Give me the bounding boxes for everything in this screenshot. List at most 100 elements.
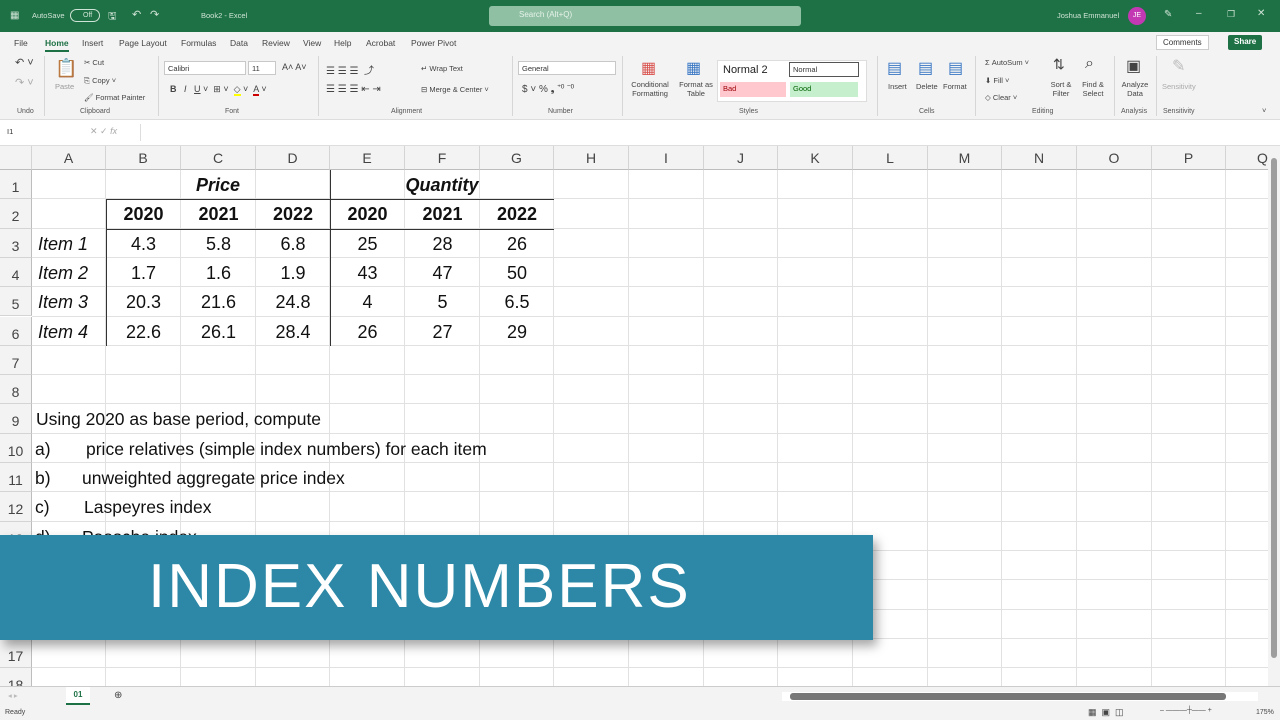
year-header[interactable]: 2021 bbox=[181, 204, 256, 225]
tab-page-layout[interactable]: Page Layout bbox=[119, 38, 167, 48]
tab-data[interactable]: Data bbox=[230, 38, 248, 48]
cut-button[interactable]: ✂ Cut bbox=[84, 58, 104, 67]
data-cell[interactable]: 1.9 bbox=[256, 263, 330, 284]
column-header-g[interactable]: G bbox=[480, 146, 554, 170]
vertical-scrollbar[interactable] bbox=[1268, 146, 1280, 686]
row-header-6[interactable]: 6 bbox=[0, 316, 32, 346]
select-all-corner[interactable] bbox=[0, 146, 32, 170]
avatar[interactable]: JE bbox=[1128, 7, 1146, 25]
row-header-18[interactable]: 18 bbox=[0, 668, 32, 686]
save-icon[interactable]: 🖫 bbox=[108, 9, 117, 26]
column-header-j[interactable]: J bbox=[704, 146, 778, 170]
row-header-1[interactable]: 1 bbox=[0, 170, 32, 200]
number-format-select[interactable]: General bbox=[518, 61, 616, 75]
data-cell[interactable]: 28 bbox=[405, 234, 480, 255]
column-header-i[interactable]: I bbox=[629, 146, 704, 170]
conditional-formatting-button[interactable]: Conditional Formatting bbox=[627, 80, 673, 98]
analyze-data-button[interactable]: Analyze Data bbox=[1120, 80, 1150, 98]
undo-button[interactable]: ↶ ˅ bbox=[15, 56, 34, 69]
format-painter-button[interactable]: 🖌 Format Painter bbox=[84, 93, 145, 102]
tab-help[interactable]: Help bbox=[334, 38, 351, 48]
row-header-7[interactable]: 7 bbox=[0, 345, 32, 376]
font-name-select[interactable]: Calibri bbox=[164, 61, 246, 75]
insert-cells-button[interactable]: Insert bbox=[888, 82, 907, 91]
tab-home[interactable]: Home bbox=[45, 38, 69, 52]
item-label[interactable]: Item 1 bbox=[32, 234, 106, 255]
data-cell[interactable]: 26 bbox=[330, 322, 405, 343]
sheet-tab-01[interactable]: 01 bbox=[66, 687, 90, 705]
row-header-8[interactable]: 8 bbox=[0, 375, 32, 405]
row-header-5[interactable]: 5 bbox=[0, 287, 32, 317]
data-cell[interactable]: 21.6 bbox=[181, 292, 256, 313]
data-cell[interactable]: 29 bbox=[480, 322, 554, 343]
tab-acrobat[interactable]: Acrobat bbox=[366, 38, 395, 48]
column-header-m[interactable]: M bbox=[928, 146, 1002, 170]
style-normal-2[interactable]: Normal 2 bbox=[723, 64, 768, 76]
row-header-17[interactable]: 17 bbox=[0, 638, 32, 669]
column-header-l[interactable]: L bbox=[853, 146, 928, 170]
column-header-d[interactable]: D bbox=[256, 146, 330, 170]
column-header-c[interactable]: C bbox=[181, 146, 256, 170]
item-c-text[interactable]: Laspeyres index bbox=[84, 497, 211, 518]
data-cell[interactable]: 26 bbox=[480, 234, 554, 255]
tab-formulas[interactable]: Formulas bbox=[181, 38, 216, 48]
data-cell[interactable]: 6.5 bbox=[480, 292, 554, 313]
item-label[interactable]: Item 3 bbox=[32, 292, 106, 313]
delete-cells-button[interactable]: Delete bbox=[916, 82, 938, 91]
align-horizontal-buttons[interactable]: ☰ ☰ ☰ ⇤ ⇥ bbox=[326, 84, 381, 95]
quantity-header[interactable]: Quantity bbox=[330, 175, 554, 196]
data-cell[interactable]: 50 bbox=[480, 263, 554, 284]
style-normal[interactable]: Normal bbox=[789, 62, 859, 77]
column-header-q[interactable]: Q bbox=[1226, 146, 1268, 170]
redo-icon[interactable]: ↷ bbox=[150, 8, 159, 21]
add-sheet-icon[interactable]: ⊕ bbox=[114, 690, 122, 701]
row-header-3[interactable]: 3 bbox=[0, 228, 32, 258]
sort-filter-button[interactable]: Sort & Filter bbox=[1047, 80, 1075, 98]
data-cell[interactable]: 4 bbox=[330, 292, 405, 313]
item-label[interactable]: Item 2 bbox=[32, 263, 106, 284]
item-b-label[interactable]: b) bbox=[35, 468, 51, 489]
copy-button[interactable]: ⎘ Copy ˅ bbox=[84, 76, 116, 86]
search-input[interactable]: Search (Alt+Q) bbox=[489, 6, 801, 26]
price-header[interactable]: Price bbox=[106, 175, 330, 196]
merge-center-button[interactable]: ⊟ Merge & Center ˅ bbox=[421, 85, 489, 94]
year-header[interactable]: 2022 bbox=[480, 204, 554, 225]
tab-file[interactable]: File bbox=[14, 38, 28, 48]
row-header-10[interactable]: 10 bbox=[0, 433, 32, 463]
item-b-text[interactable]: unweighted aggregate price index bbox=[82, 468, 345, 489]
pen-icon[interactable]: ✎ bbox=[1164, 9, 1172, 20]
item-a-text[interactable]: price relatives (simple index numbers) f… bbox=[86, 439, 487, 460]
vertical-scroll-thumb[interactable] bbox=[1271, 158, 1277, 658]
column-header-p[interactable]: P bbox=[1152, 146, 1226, 170]
row-header-2[interactable]: 2 bbox=[0, 199, 32, 229]
row-header-4[interactable]: 4 bbox=[0, 257, 32, 288]
column-header-a[interactable]: A bbox=[32, 146, 106, 170]
data-cell[interactable]: 47 bbox=[405, 263, 480, 284]
column-header-h[interactable]: H bbox=[554, 146, 629, 170]
minimize-icon[interactable]: – bbox=[1196, 8, 1202, 19]
data-cell[interactable]: 20.3 bbox=[106, 292, 181, 313]
item-a-label[interactable]: a) bbox=[35, 439, 51, 460]
zoom-slider[interactable]: – ———┼—— + bbox=[1160, 707, 1212, 714]
name-box[interactable]: I1 bbox=[4, 125, 72, 140]
item-label[interactable]: Item 4 bbox=[32, 322, 106, 343]
autosave-toggle[interactable]: Off bbox=[70, 9, 100, 22]
data-cell[interactable]: 5 bbox=[405, 292, 480, 313]
restore-icon[interactable]: ❐ bbox=[1227, 9, 1235, 20]
column-header-k[interactable]: K bbox=[778, 146, 853, 170]
column-header-o[interactable]: O bbox=[1077, 146, 1152, 170]
style-good[interactable]: Good bbox=[790, 82, 858, 97]
tab-power-pivot[interactable]: Power Pivot bbox=[411, 38, 456, 48]
column-header-b[interactable]: B bbox=[106, 146, 181, 170]
data-cell[interactable]: 26.1 bbox=[181, 322, 256, 343]
font-size-select[interactable]: 11 bbox=[248, 61, 276, 75]
wrap-text-button[interactable]: ↵ Wrap Text bbox=[421, 64, 463, 73]
data-cell[interactable]: 6.8 bbox=[256, 234, 330, 255]
data-cell[interactable]: 43 bbox=[330, 263, 405, 284]
comments-button[interactable]: Comments bbox=[1156, 35, 1209, 50]
format-cells-button[interactable]: Format bbox=[943, 82, 967, 91]
redo-button[interactable]: ↷ ˅ bbox=[15, 76, 34, 89]
tab-view[interactable]: View bbox=[303, 38, 321, 48]
data-cell[interactable]: 4.3 bbox=[106, 234, 181, 255]
align-buttons[interactable]: ☰ ☰ ☰ ⤴ bbox=[326, 62, 374, 77]
